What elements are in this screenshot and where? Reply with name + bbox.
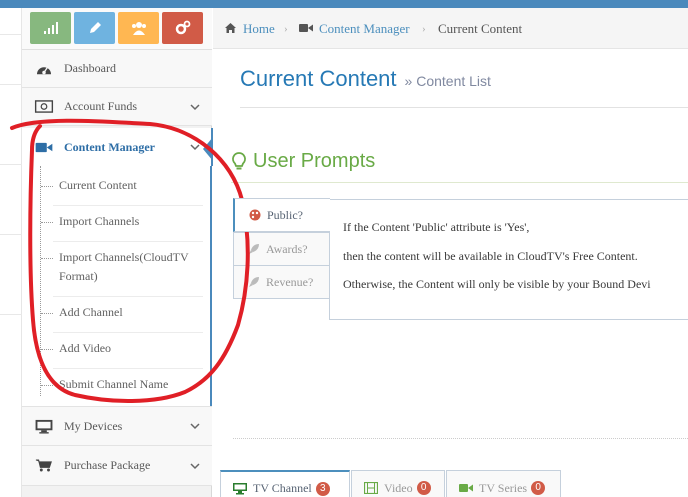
shopping-cart-icon xyxy=(34,458,54,474)
tab-video[interactable]: Video 0 xyxy=(351,470,445,497)
sidebar-item-label: My Devices xyxy=(64,418,123,433)
tab-label: TV Series xyxy=(479,480,528,495)
sidebar-item-my-devices[interactable]: My Devices xyxy=(22,406,212,446)
sidebar-item-dashboard[interactable]: Dashboard xyxy=(22,50,212,88)
sidebar-item-label: Content Manager xyxy=(64,139,155,154)
header-divider xyxy=(240,107,688,108)
submenu-item-import-channels-cloudtv[interactable]: Import Channels(CloudTV Format) xyxy=(22,248,210,286)
sidebar-item-purchase-package[interactable]: Purchase Package xyxy=(22,446,212,486)
cogs-icon xyxy=(175,20,190,35)
tab-label: TV Channel xyxy=(253,481,312,495)
group-icon xyxy=(131,22,146,35)
page-header: Current Content » Content List xyxy=(240,66,491,92)
tab-tv-series[interactable]: TV Series 0 xyxy=(446,470,561,497)
prompts-divider xyxy=(231,182,688,183)
tab-label: Public? xyxy=(267,207,303,222)
submenu-item-import-channels[interactable]: Import Channels xyxy=(22,212,210,231)
count-badge: 0 xyxy=(416,481,431,495)
count-badge: 0 xyxy=(531,481,546,495)
video-camera-icon xyxy=(299,24,313,32)
signal-icon xyxy=(43,22,58,34)
breadcrumb-home-link[interactable]: Home xyxy=(243,21,275,37)
shortcut-cogs-button[interactable] xyxy=(162,12,203,44)
submenu-item-submit-channel-name[interactable]: Submit Channel Name xyxy=(22,375,210,394)
chevron-down-icon xyxy=(190,103,200,110)
rocket-icon xyxy=(249,244,259,254)
breadcrumb-current: Current Content xyxy=(438,21,523,36)
tab-label: Video xyxy=(384,480,413,495)
sidebar-item-label: Account Funds xyxy=(64,99,137,113)
user-prompts-title: User Prompts xyxy=(253,150,376,172)
count-badge: 3 xyxy=(315,481,330,496)
chevron-down-icon xyxy=(190,144,200,151)
breadcrumb-separator: › xyxy=(284,23,288,35)
rocket-icon xyxy=(249,277,259,287)
palette-icon xyxy=(249,209,261,221)
pencil-icon xyxy=(89,22,101,33)
desktop-icon xyxy=(34,418,54,434)
home-icon xyxy=(225,23,236,33)
sidebar-item-account-funds[interactable]: Account Funds xyxy=(22,88,212,126)
content-manager-submenu: Current Content Import Channels Import C… xyxy=(22,166,212,406)
chevron-down-icon xyxy=(190,423,200,430)
video-camera-icon xyxy=(34,139,54,155)
shortcut-signal-button[interactable] xyxy=(30,12,71,44)
lightbulb-icon xyxy=(232,151,246,169)
page-title: Current Content xyxy=(240,66,397,91)
prompt-text-line: then the content will be available in Cl… xyxy=(343,249,638,263)
page-subtitle: » Content List xyxy=(404,73,491,89)
submenu-item-add-channel[interactable]: Add Channel xyxy=(22,303,210,322)
sidebar: Dashboard Account Funds Content Manager … xyxy=(22,8,213,497)
top-bar xyxy=(0,0,688,8)
tab-awards[interactable]: Awards? xyxy=(233,232,330,266)
tab-revenue[interactable]: Revenue? xyxy=(233,265,330,299)
dashboard-icon xyxy=(34,61,54,77)
sidebar-item-content-manager[interactable]: Content Manager xyxy=(22,128,213,166)
tab-label: Awards? xyxy=(266,241,308,256)
submenu-item-add-video[interactable]: Add Video xyxy=(22,339,210,358)
left-strip xyxy=(0,8,22,497)
chevron-down-icon xyxy=(190,462,200,469)
prompt-text-line: If the Content 'Public' attribute is 'Ye… xyxy=(343,220,530,234)
tab-tv-channel[interactable]: TV Channel 3 xyxy=(220,470,350,497)
active-indicator-arrow xyxy=(203,137,213,161)
shortcut-pencil-button[interactable] xyxy=(74,12,115,44)
main-content: Home › Content Manager › Current Content… xyxy=(213,8,688,497)
tab-label: Revenue? xyxy=(266,274,314,289)
desktop-icon xyxy=(233,482,247,494)
submenu-item-current-content[interactable]: Current Content xyxy=(22,176,210,195)
tab-pane-public: If the Content 'Public' attribute is 'Ye… xyxy=(329,199,688,320)
film-icon xyxy=(364,482,378,494)
breadcrumb-section-link[interactable]: Content Manager xyxy=(319,21,410,37)
prompt-text-line: Otherwise, the Content will only be visi… xyxy=(343,277,651,291)
tab-public[interactable]: Public? xyxy=(233,198,330,232)
breadcrumb-separator: › xyxy=(422,23,426,35)
video-camera-icon xyxy=(459,484,473,492)
sidebar-item-label: Dashboard xyxy=(64,61,116,75)
sidebar-shortcuts xyxy=(22,8,212,50)
shortcut-group-button[interactable] xyxy=(118,12,159,44)
sidebar-item-label: Purchase Package xyxy=(64,458,151,472)
section-divider xyxy=(233,438,688,439)
breadcrumb: Home › Content Manager › Current Content xyxy=(213,8,688,49)
money-icon xyxy=(34,99,54,115)
user-prompts-heading: User Prompts xyxy=(231,150,375,173)
